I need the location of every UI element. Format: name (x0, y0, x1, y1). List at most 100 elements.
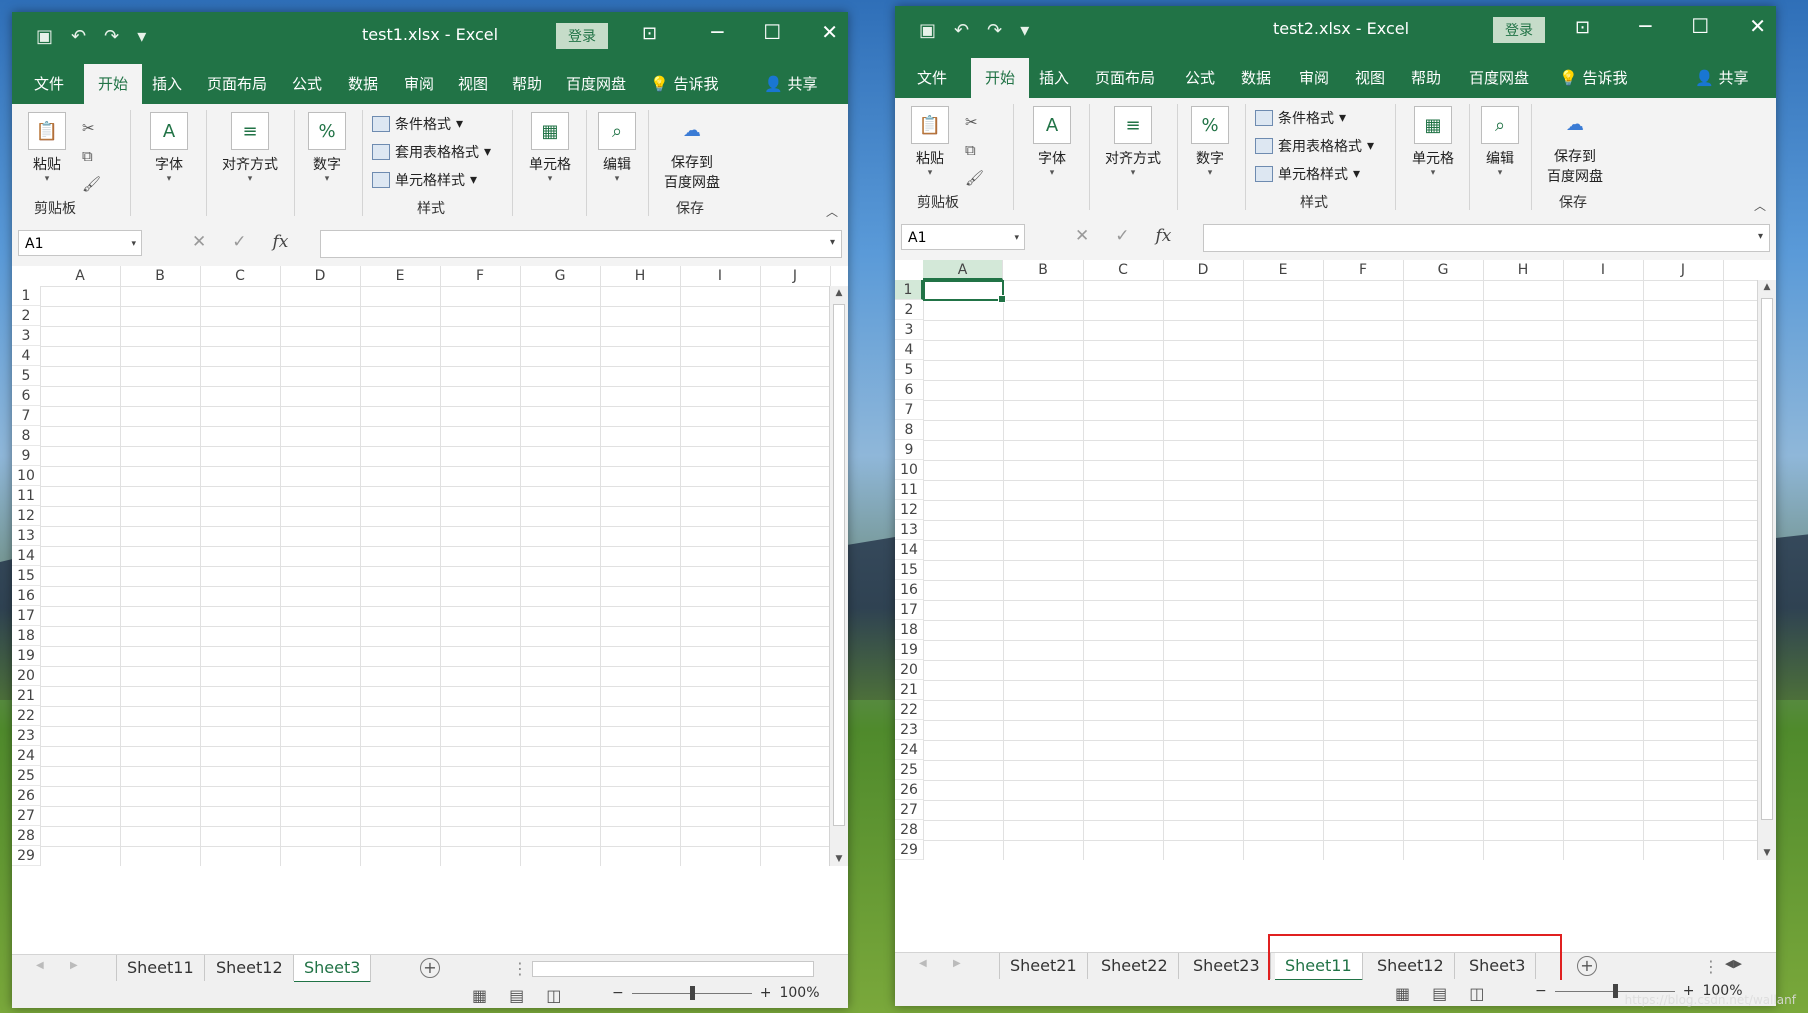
column-header-cell[interactable]: C (1083, 260, 1164, 280)
row-header-cell[interactable]: 3 (12, 326, 40, 346)
undo-icon[interactable]: ↶ (954, 20, 969, 41)
tab-data[interactable]: 数据 (1241, 58, 1271, 98)
tab-review[interactable]: 审阅 (1299, 58, 1329, 98)
sheet-tab[interactable]: Sheet12 (206, 955, 294, 981)
cut-icon[interactable]: ✂ (965, 108, 984, 136)
column-header-cell[interactable]: C (200, 266, 281, 286)
column-header-cell[interactable]: A (40, 266, 121, 286)
column-header-cell[interactable]: I (680, 266, 761, 286)
scroll-tabs-icon[interactable]: ◀▶ (1725, 957, 1742, 970)
zoom-in-icon[interactable]: + (760, 985, 772, 1001)
row-header-cell[interactable]: 4 (12, 346, 40, 366)
row-header-cell[interactable]: 6 (895, 380, 923, 400)
row-header-cell[interactable]: 11 (895, 480, 923, 500)
row-header-cell[interactable]: 29 (12, 846, 40, 866)
tab-home[interactable]: 开始 (971, 58, 1030, 98)
page-layout-view-icon[interactable]: ▤ (509, 986, 524, 1005)
column-header-cell[interactable]: D (1163, 260, 1244, 280)
tab-data[interactable]: 数据 (348, 64, 378, 104)
row-header-cell[interactable]: 17 (12, 606, 40, 626)
enter-icon[interactable]: ✓ (232, 232, 246, 252)
copy-icon[interactable]: ⧉ (965, 136, 984, 164)
ribbon-display-options-icon[interactable]: ⊡ (642, 23, 657, 44)
name-box[interactable]: A1 ▾ (18, 230, 142, 256)
column-header-cell[interactable]: F (1323, 260, 1404, 280)
collapse-ribbon-icon[interactable]: ︿ (1754, 197, 1766, 214)
next-sheet-icon[interactable]: ▶ (70, 960, 78, 971)
row-header-cell[interactable]: 10 (895, 460, 923, 480)
paste-button[interactable]: 📋 粘贴 ▾ (28, 112, 66, 184)
formula-input[interactable]: ▾ (1203, 224, 1770, 252)
tab-page-layout[interactable]: 页面布局 (1095, 58, 1155, 98)
conditional-format-button[interactable]: 条件格式 ▾ (1255, 108, 1346, 128)
save-to-baidu-button[interactable]: ☁ 保存到 百度网盘 (656, 112, 728, 192)
row-header-cell[interactable]: 21 (895, 680, 923, 700)
save-icon[interactable]: ▣ (36, 26, 53, 47)
conditional-format-button[interactable]: 条件格式 ▾ (372, 114, 463, 134)
tab-baidu-netdisk[interactable]: 百度网盘 (566, 64, 626, 104)
page-layout-view-icon[interactable]: ▤ (1432, 984, 1447, 1003)
column-header-cell[interactable]: I (1563, 260, 1644, 280)
tab-home[interactable]: 开始 (84, 64, 143, 104)
column-header-cell[interactable]: E (1243, 260, 1324, 280)
row-header-cell[interactable]: 19 (12, 646, 40, 666)
cell-styles-button[interactable]: 单元格样式 ▾ (1255, 164, 1360, 184)
cells-button[interactable]: ▦ 单元格 ▾ (518, 112, 582, 184)
row-header-cell[interactable]: 15 (895, 560, 923, 580)
copy-icon[interactable]: ⧉ (82, 142, 101, 170)
undo-icon[interactable]: ↶ (71, 26, 86, 47)
column-header-cell[interactable]: B (120, 266, 201, 286)
column-header-cell[interactable]: H (1483, 260, 1564, 280)
row-header-cell[interactable]: 24 (895, 740, 923, 760)
row-header-cell[interactable]: 20 (12, 666, 40, 686)
tab-split-handle[interactable]: ⋮ (512, 959, 528, 978)
save-icon[interactable]: ▣ (919, 20, 936, 41)
selected-cell-a1[interactable] (923, 280, 1006, 303)
zoom-slider[interactable] (1554, 983, 1675, 998)
row-header-cell[interactable]: 18 (12, 626, 40, 646)
cell-styles-button[interactable]: 单元格样式 ▾ (372, 170, 477, 190)
redo-icon[interactable]: ↷ (987, 20, 1002, 41)
row-header-cell[interactable]: 27 (895, 800, 923, 820)
sheet-tab-active[interactable]: Sheet3 (294, 955, 372, 983)
maximize-icon[interactable]: ☐ (763, 20, 781, 44)
close-icon[interactable]: ✕ (821, 20, 838, 44)
row-header-cell[interactable]: 8 (895, 420, 923, 440)
add-sheet-icon[interactable]: + (420, 958, 440, 978)
row-header-cell[interactable]: 2 (895, 300, 923, 320)
tab-baidu-netdisk[interactable]: 百度网盘 (1469, 58, 1529, 98)
paste-button[interactable]: 📋 粘贴 ▾ (911, 106, 949, 178)
page-break-view-icon[interactable]: ◫ (1469, 984, 1484, 1003)
cancel-icon[interactable]: ✕ (192, 232, 206, 252)
row-header-cell[interactable]: 2 (12, 306, 40, 326)
row-header-cell[interactable]: 12 (12, 506, 40, 526)
column-header-cell[interactable]: G (520, 266, 601, 286)
row-header-cell[interactable]: 23 (12, 726, 40, 746)
customize-qat-icon[interactable]: ▾ (1020, 20, 1029, 41)
font-button[interactable]: A 字体 ▾ (1023, 106, 1081, 178)
row-header-cell[interactable]: 13 (895, 520, 923, 540)
row-header-cell[interactable]: 16 (895, 580, 923, 600)
column-header-cell[interactable]: B (1003, 260, 1084, 280)
format-as-table-button[interactable]: 套用表格格式 ▾ (372, 142, 491, 162)
tab-help[interactable]: 帮助 (512, 64, 542, 104)
zoom-out-icon[interactable]: − (1535, 983, 1547, 999)
insert-function-icon[interactable]: fx (1156, 226, 1172, 246)
cells-button[interactable]: ▦ 单元格 ▾ (1401, 106, 1465, 178)
tell-me[interactable]: 💡 告诉我 (650, 64, 718, 104)
number-button[interactable]: % 数字 ▾ (1183, 106, 1237, 178)
row-header-cell[interactable]: 3 (895, 320, 923, 340)
row-header-cell[interactable]: 28 (12, 826, 40, 846)
row-header-cell[interactable]: 25 (895, 760, 923, 780)
number-button[interactable]: % 数字 ▾ (300, 112, 354, 184)
font-button[interactable]: A 字体 ▾ (140, 112, 198, 184)
tab-formulas[interactable]: 公式 (292, 64, 322, 104)
sheet-tab[interactable]: Sheet22 (1091, 953, 1179, 979)
row-header-cell[interactable]: 12 (895, 500, 923, 520)
row-header-cell[interactable]: 9 (895, 440, 923, 460)
cell-grid[interactable] (923, 280, 1758, 860)
tab-view[interactable]: 视图 (458, 64, 488, 104)
column-header-cell[interactable]: H (600, 266, 681, 286)
row-header-cell[interactable]: 29 (895, 840, 923, 860)
cell-grid[interactable] (40, 286, 830, 866)
